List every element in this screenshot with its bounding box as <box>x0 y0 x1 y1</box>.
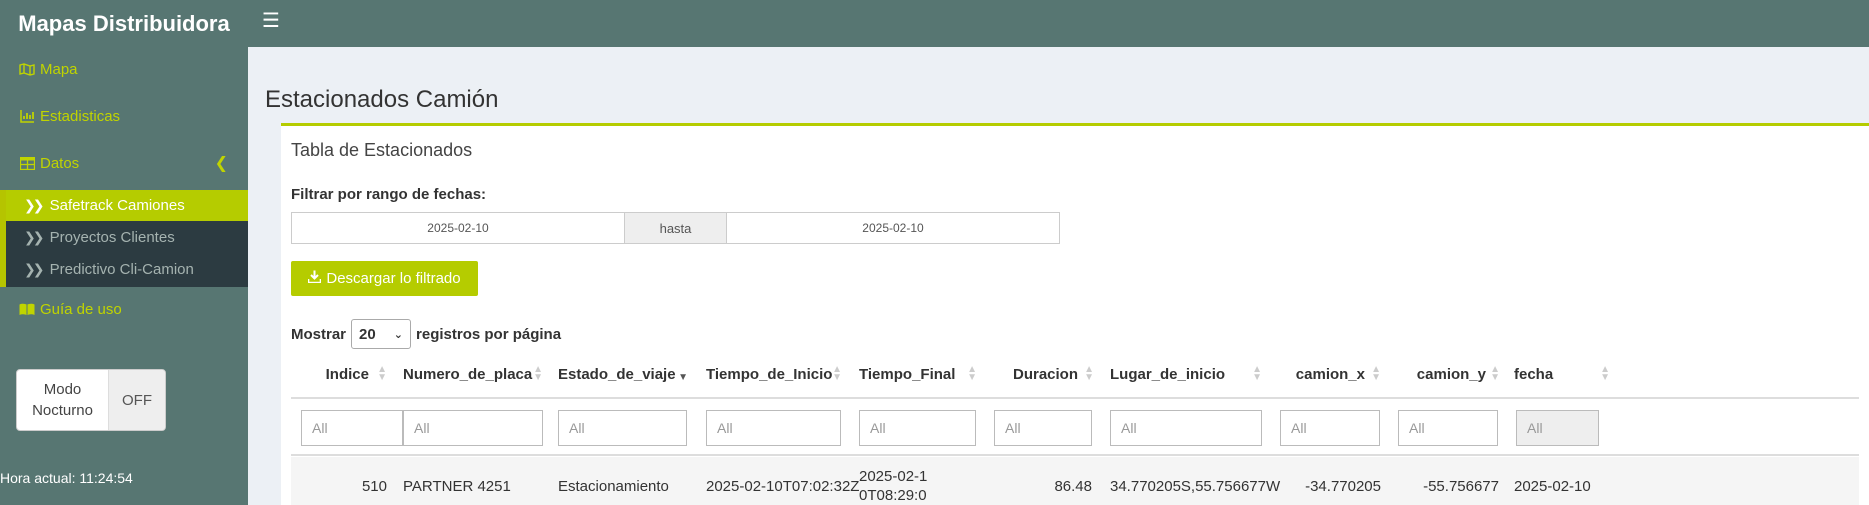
cell-tiempo-final: 2025-02-10T08:29:01Z <box>859 468 928 504</box>
col-header-tiempo-inicio[interactable]: Tiempo_de_Inicio ▲ ▼ <box>706 364 842 388</box>
sort-icon: ▲ ▼ <box>1490 364 1500 383</box>
download-icon <box>308 270 322 287</box>
submenu-item-label: Safetrack Camiones <box>49 197 185 214</box>
hamburger-icon[interactable]: ☰ <box>262 11 282 31</box>
cell-duracion: 86.48 <box>1054 478 1092 495</box>
sort-icon: ▲ ▼ <box>1371 364 1381 383</box>
col-header-duracion[interactable]: Duracion ▲ ▼ <box>994 364 1094 388</box>
submenu-item-predictivo[interactable]: ❯❯ Predictivo Cli-Camion <box>6 254 248 285</box>
cell-lugar-inicio: 34.770205S,55.756677W <box>1110 478 1281 495</box>
submenu-item-label: Predictivo Cli-Camion <box>49 261 194 278</box>
col-header-numero-placa[interactable]: Numero_de_placa ▲ ▼ <box>403 364 543 388</box>
book-icon <box>18 302 36 316</box>
col-header-tiempo-final[interactable]: Tiempo_Final ▲ ▼ <box>859 364 977 388</box>
datos-submenu: ❯❯ Safetrack Camiones ❯❯ Proyectos Clien… <box>0 190 248 287</box>
map-icon <box>18 62 36 76</box>
sidebar-item-label: Estadisticas <box>40 107 121 125</box>
sort-icon: ▲ ▼ <box>967 364 977 383</box>
night-mode-state[interactable]: OFF <box>108 370 165 430</box>
double-chevron-icon: ❯❯ <box>24 261 45 277</box>
sort-icon: ▲ ▼ <box>1600 364 1610 383</box>
date-from-input[interactable]: 2025-02-10 <box>292 213 624 243</box>
date-filter-label: Filtrar por rango de fechas: <box>291 186 487 203</box>
col-header-camion-x[interactable]: camion_x ▲ ▼ <box>1277 364 1381 388</box>
sidebar-item-estadisticas[interactable]: Estadisticas <box>0 97 248 135</box>
double-chevron-icon: ❯❯ <box>24 229 45 245</box>
filter-input-lugar-inicio[interactable]: All <box>1110 410 1262 446</box>
sidebar-item-label: Guía de uso <box>40 300 122 318</box>
header-divider <box>291 397 1859 399</box>
cell-indice: 510 <box>361 478 387 495</box>
page-size-value: 20 <box>359 325 376 343</box>
download-label: Descargar lo filtrado <box>326 270 461 287</box>
double-chevron-icon: ❯❯ <box>24 197 45 213</box>
night-mode-toggle[interactable]: Modo Nocturno OFF <box>16 369 166 431</box>
download-filtered-button[interactable]: Descargar lo filtrado <box>291 261 478 296</box>
cell-numero-placa: PARTNER 4251 <box>403 478 511 495</box>
cell-estado-viaje: Estacionamiento <box>558 478 669 495</box>
app-title[interactable]: Mapas Distribuidora <box>0 0 248 47</box>
filter-divider <box>291 454 1859 456</box>
col-header-indice[interactable]: Indice ▲ ▼ <box>291 364 387 388</box>
sidebar-item-datos[interactable]: Datos ❮ <box>0 144 248 182</box>
chevron-down-icon: ⌄ <box>393 328 404 341</box>
filter-input-indice[interactable]: All <box>301 410 403 446</box>
chevron-left-icon: ❮ <box>214 155 228 172</box>
cell-fecha: 2025-02-10 <box>1514 478 1591 495</box>
sort-icon: ▲ ▼ <box>377 364 387 383</box>
sidebar-item-label: Datos <box>40 154 80 172</box>
page-size-select[interactable]: 20 ⌄ <box>351 319 412 349</box>
filter-input-estado-viaje[interactable]: All <box>558 410 687 446</box>
sort-icon: ▲ ▼ <box>1252 364 1262 383</box>
submenu-item-safetrack[interactable]: ❯❯ Safetrack Camiones <box>6 190 248 221</box>
sidebar-item-guia[interactable]: Guía de uso <box>0 290 248 328</box>
filter-input-camion-y[interactable]: All <box>1398 410 1498 446</box>
chart-icon <box>18 109 36 123</box>
cell-tiempo-inicio: 2025-02-10T07:02:32Z <box>706 478 860 495</box>
filter-input-tiempo-inicio[interactable]: All <box>706 410 841 446</box>
sort-desc-icon: ▼ <box>678 372 688 383</box>
date-to-input[interactable]: 2025-02-10 <box>727 213 1059 243</box>
show-suffix: registros por página <box>416 325 562 343</box>
data-box: Tabla de Estacionados Filtrar por rango … <box>281 123 1869 505</box>
top-navbar: Mapas Distribuidora ☰ <box>0 0 1869 47</box>
col-header-fecha[interactable]: fecha ▲ ▼ <box>1514 364 1614 388</box>
box-title: Tabla de Estacionados <box>291 140 473 160</box>
table-icon <box>18 156 36 170</box>
page-length-control: Mostrar 20 ⌄ registros por página <box>291 319 561 349</box>
sidebar: Mapa Estadisticas Datos ❮ ❯❯ Safetrack C… <box>0 47 248 505</box>
submenu-item-proyectos[interactable]: ❯❯ Proyectos Clientes <box>6 222 248 253</box>
sort-icon: ▲ ▼ <box>832 364 842 383</box>
sidebar-item-mapa[interactable]: Mapa <box>0 50 248 88</box>
sort-icon: ▲ ▼ <box>533 364 543 383</box>
col-header-camion-y[interactable]: camion_y ▲ ▼ <box>1396 364 1500 388</box>
submenu-item-label: Proyectos Clientes <box>49 229 175 246</box>
col-header-estado-viaje[interactable]: Estado_de_viaje ▼ <box>558 366 688 388</box>
filter-input-duracion[interactable]: All <box>994 410 1092 446</box>
date-range-separator: hasta <box>624 213 727 243</box>
filter-input-numero-placa[interactable]: All <box>403 410 543 446</box>
col-header-lugar-inicio[interactable]: Lugar_de_inicio ▲ ▼ <box>1110 364 1262 388</box>
cell-camion-x: -34.770205 <box>1305 478 1381 495</box>
sort-icon: ▲ ▼ <box>1084 364 1094 383</box>
page-title: Estacionados Camión <box>265 86 499 113</box>
cell-camion-y: -55.756677 <box>1423 478 1499 495</box>
sidebar-item-label: Mapa <box>40 60 78 78</box>
current-time: Hora actual: 11:24:54 <box>0 470 133 486</box>
filter-input-fecha: All <box>1516 410 1599 446</box>
show-prefix: Mostrar <box>291 325 347 343</box>
night-mode-label: Modo Nocturno <box>32 381 93 419</box>
filter-input-tiempo-final[interactable]: All <box>859 410 976 446</box>
date-range-picker: 2025-02-10 hasta 2025-02-10 <box>291 212 1060 244</box>
filter-input-camion-x[interactable]: All <box>1280 410 1380 446</box>
